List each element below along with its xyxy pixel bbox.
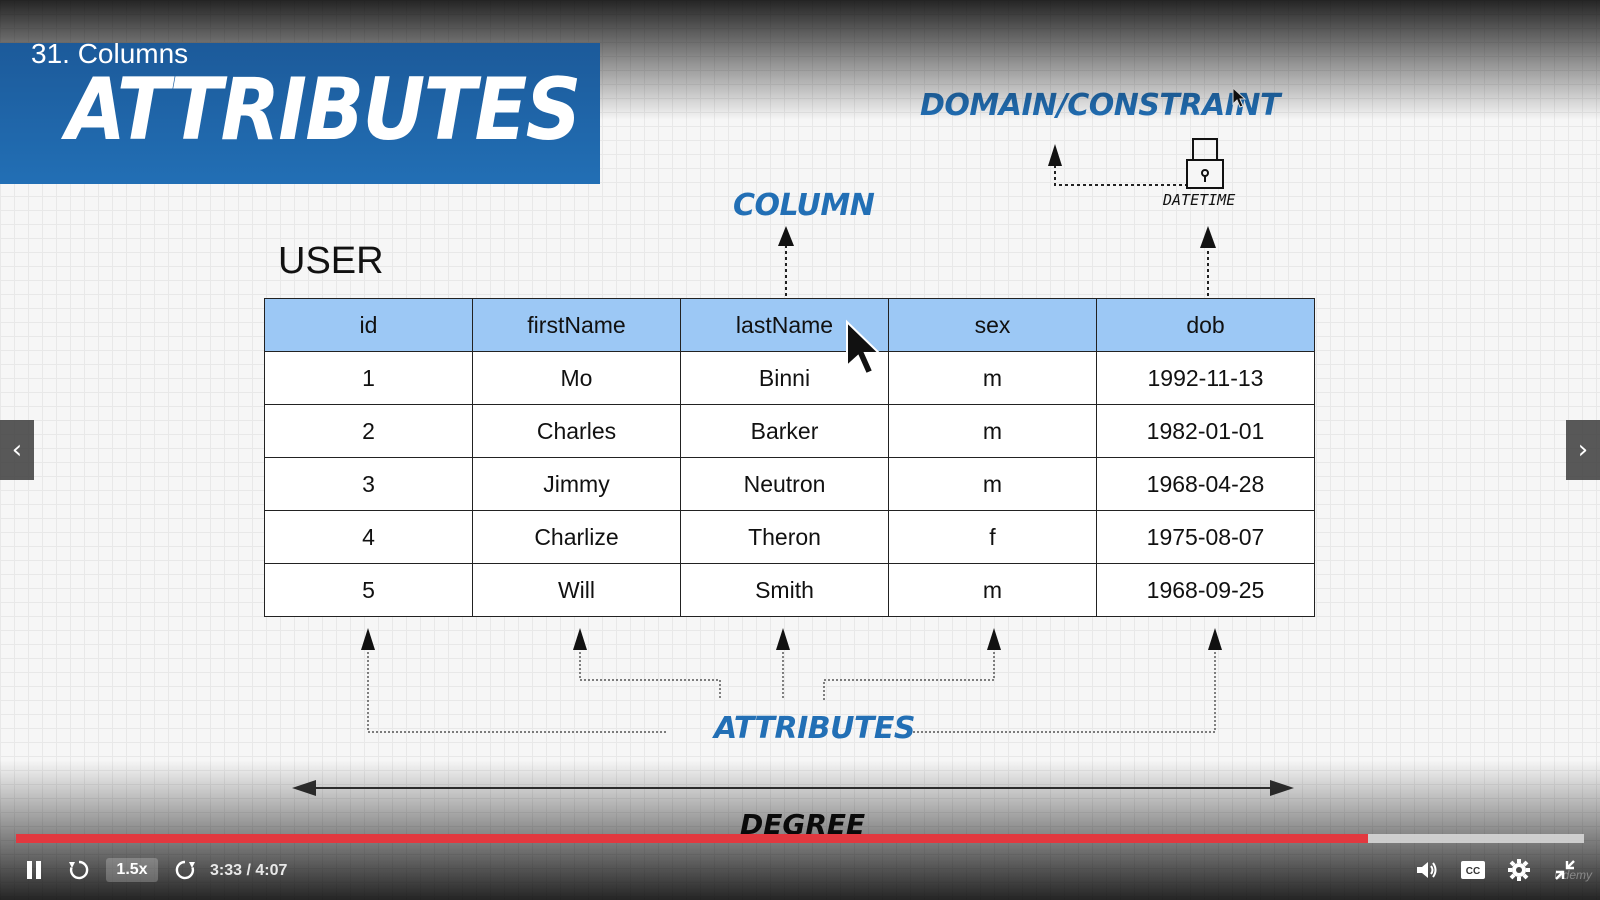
rewind-button[interactable] bbox=[64, 856, 94, 884]
table-header-row: id firstName lastName sex dob bbox=[264, 298, 1315, 352]
chevron-left-icon: ‹ bbox=[11, 435, 23, 465]
lecture-title: 31. Columns bbox=[31, 38, 189, 69]
next-lecture-button[interactable]: › bbox=[1566, 420, 1600, 480]
pause-button[interactable] bbox=[20, 856, 48, 884]
control-bar: 1.5x 3:33 / 4:07 CC Udemy bbox=[0, 852, 1600, 892]
column-arrowhead bbox=[778, 226, 794, 246]
captions-icon: CC bbox=[1461, 861, 1485, 879]
attribute-arrowheads bbox=[361, 628, 1222, 650]
domain-constraint-label: DOMAIN/CONSTRAINT bbox=[920, 88, 1280, 123]
table-name: USER bbox=[278, 240, 384, 282]
svg-text:CC: CC bbox=[1466, 866, 1480, 877]
table-cell: Neutron bbox=[680, 457, 889, 511]
table-cell: Charles bbox=[472, 404, 681, 458]
lock-icon bbox=[1186, 138, 1224, 189]
table-cell: 4 bbox=[264, 510, 473, 564]
table-cell: 3 bbox=[264, 457, 473, 511]
time-display: 3:33 / 4:07 bbox=[210, 862, 288, 879]
table-cell: 1982-01-01 bbox=[1096, 404, 1315, 458]
table-cell: Smith bbox=[680, 563, 889, 617]
constraint-arrowhead bbox=[1048, 144, 1062, 166]
table-row: 2 Charles Barker m 1982-01-01 bbox=[264, 404, 1315, 458]
table-row: 4 Charlize Theron f 1975-08-07 bbox=[264, 510, 1315, 564]
gear-icon bbox=[1508, 859, 1530, 881]
datatype-label: DATETIME bbox=[1163, 191, 1236, 209]
dob-arrowhead bbox=[1200, 226, 1216, 248]
table-cell: Mo bbox=[472, 351, 681, 405]
table-row: 1 Mo Binni m 1992-11-13 bbox=[264, 351, 1315, 405]
column-header: dob bbox=[1096, 298, 1315, 352]
attributes-label: ATTRIBUTES bbox=[714, 711, 916, 746]
table-cell: m bbox=[888, 351, 1097, 405]
volume-button[interactable] bbox=[1412, 856, 1442, 884]
table-cell: m bbox=[888, 563, 1097, 617]
table-cell: 1968-09-25 bbox=[1096, 563, 1315, 617]
degree-arrowhead-left bbox=[292, 780, 316, 796]
pause-icon bbox=[27, 861, 41, 879]
table-row: 3 Jimmy Neutron m 1968-04-28 bbox=[264, 457, 1315, 511]
playback-speed-value: 1.5x bbox=[116, 861, 148, 878]
column-header: lastName bbox=[680, 298, 889, 352]
table-cell: 5 bbox=[264, 563, 473, 617]
table-cell: Binni bbox=[680, 351, 889, 405]
table-cell: 1968-04-28 bbox=[1096, 457, 1315, 511]
captions-button[interactable]: CC bbox=[1458, 856, 1488, 884]
table-cell: Theron bbox=[680, 510, 889, 564]
user-table: id firstName lastName sex dob 1 Mo Binni… bbox=[264, 298, 1315, 617]
progress-bar[interactable] bbox=[16, 834, 1584, 843]
udemy-watermark: Udemy bbox=[1553, 868, 1592, 882]
table-cell: Jimmy bbox=[472, 457, 681, 511]
column-header: id bbox=[264, 298, 473, 352]
slide-title: ATTRIBUTES bbox=[66, 60, 581, 160]
progress-fill bbox=[16, 834, 1368, 843]
video-player[interactable]: ATTRIBUTES DOMAIN/CONSTRAINT COLUMN ATTR… bbox=[0, 0, 1600, 900]
playback-speed-button[interactable]: 1.5x bbox=[106, 858, 158, 882]
degree-arrowhead-right bbox=[1270, 780, 1294, 796]
table-row: 5 Will Smith m 1968-09-25 bbox=[264, 563, 1315, 617]
table-cell: Will bbox=[472, 563, 681, 617]
volume-icon bbox=[1417, 862, 1437, 878]
table-cell: 2 bbox=[264, 404, 473, 458]
column-header: firstName bbox=[472, 298, 681, 352]
rewind-icon bbox=[69, 860, 89, 880]
table-cell: m bbox=[888, 457, 1097, 511]
table-cell: 1992-11-13 bbox=[1096, 351, 1315, 405]
column-label: COLUMN bbox=[733, 188, 875, 223]
forward-button[interactable] bbox=[170, 856, 200, 884]
table-cell: 1 bbox=[264, 351, 473, 405]
table-cell: Charlize bbox=[472, 510, 681, 564]
table-cell: 1975-08-07 bbox=[1096, 510, 1315, 564]
settings-button[interactable] bbox=[1504, 856, 1534, 884]
table-cell: m bbox=[888, 404, 1097, 458]
chevron-right-icon: › bbox=[1577, 435, 1589, 465]
table-cell: f bbox=[888, 510, 1097, 564]
constraint-connector bbox=[1054, 160, 1188, 186]
previous-lecture-button[interactable]: ‹ bbox=[0, 420, 34, 480]
column-header: sex bbox=[888, 298, 1097, 352]
forward-icon bbox=[175, 860, 195, 880]
table-cell: Barker bbox=[680, 404, 889, 458]
